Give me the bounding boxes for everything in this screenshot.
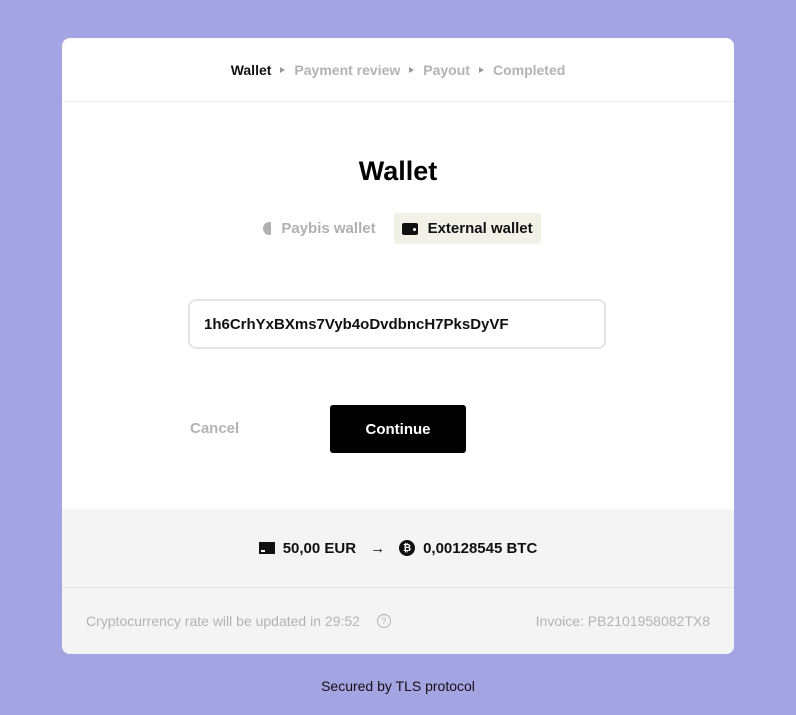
invoice-number: Invoice: PB2101958082TX8 — [535, 613, 710, 629]
bitcoin-icon: ₿ — [399, 540, 416, 556]
tab-label: Paybis wallet — [281, 220, 376, 237]
continue-button[interactable]: Continue — [330, 405, 466, 453]
step-payment-review: Payment review — [294, 61, 401, 78]
arrow-right-icon: → — [370, 539, 386, 557]
step-payout: Payout — [423, 61, 470, 78]
step-arrow-icon — [409, 66, 415, 73]
help-icon[interactable]: ? — [376, 614, 391, 628]
page-title: Wallet — [358, 156, 438, 186]
wallet-tabs: Paybis wallet External wallet — [62, 213, 734, 244]
step-breadcrumb: Wallet Payment review Payout Completed — [62, 38, 734, 102]
tab-external-wallet[interactable]: External wallet — [393, 213, 541, 244]
step-wallet: Wallet — [230, 61, 272, 78]
step-arrow-icon — [280, 66, 286, 73]
checkout-card: Wallet Payment review Payout Completed W… — [62, 38, 734, 654]
rate-update-text: Cryptocurrency rate will be updated in 2… — [86, 613, 360, 629]
paybis-logo-icon — [263, 222, 272, 235]
amount-from: 50,00 EUR — [282, 539, 357, 557]
step-completed: Completed — [492, 61, 566, 78]
rate-footer: Cryptocurrency rate will be updated in 2… — [86, 613, 710, 629]
card-icon — [258, 542, 275, 554]
tab-paybis-wallet[interactable]: Paybis wallet — [255, 213, 383, 244]
amount-to: 0,00128545 BTC — [423, 539, 538, 557]
wallet-address-input[interactable] — [188, 299, 606, 349]
tab-label: External wallet — [427, 220, 533, 237]
amount-summary: 50,00 EUR → ₿ 0,00128545 BTC — [62, 509, 734, 588]
step-arrow-icon — [478, 66, 484, 73]
summary-section: 50,00 EUR → ₿ 0,00128545 BTC Cryptocurre… — [62, 509, 734, 654]
wallet-icon — [401, 222, 418, 235]
secured-by-text: Secured by TLS protocol — [321, 678, 475, 694]
cancel-button[interactable]: Cancel — [190, 420, 239, 437]
